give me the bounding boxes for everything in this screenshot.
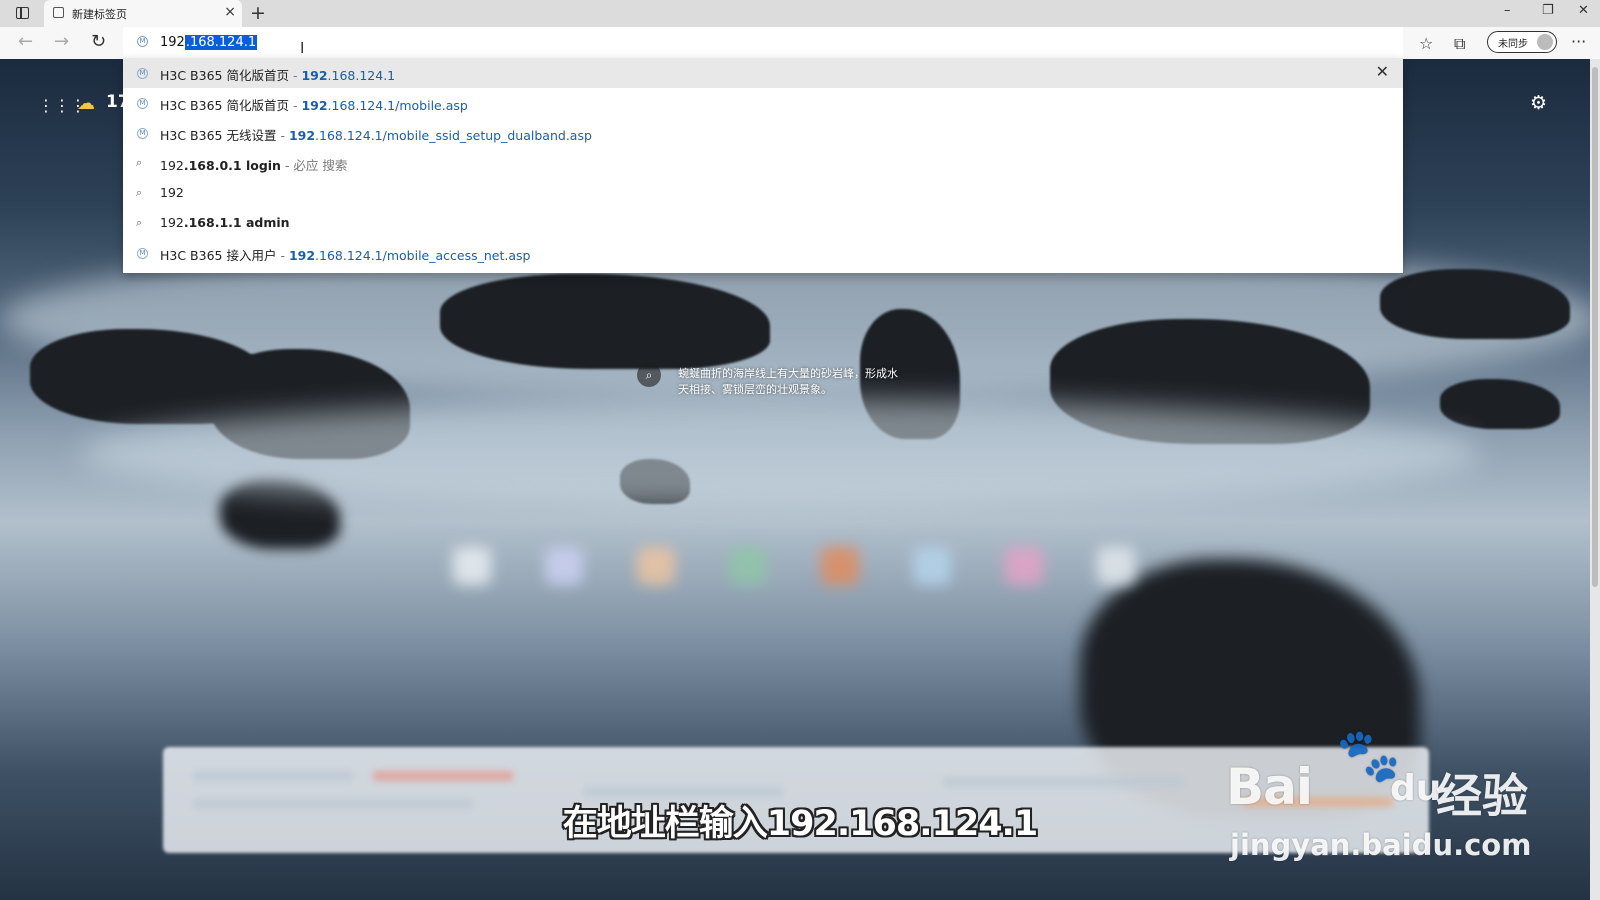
suggestion-text: 192.168.0.1 login - 必应 搜索: [160, 158, 348, 173]
new-tab-button[interactable]: +: [250, 2, 266, 24]
suggestion-row[interactable]: ⌕ 192: [123, 178, 1403, 208]
tab-new-tab[interactable]: 新建标签页 ×: [44, 0, 242, 27]
blurred-quicklink[interactable]: [545, 547, 583, 585]
magnifier-icon: ⌕: [136, 156, 143, 169]
history-m-icon: M: [137, 128, 148, 139]
magnifier-icon: ⌕: [136, 216, 143, 229]
blurred-quicklink[interactable]: [1005, 547, 1043, 585]
favorites-icon[interactable]: ☆: [1419, 34, 1433, 53]
watermark-brand-left: Bai: [1226, 758, 1313, 816]
profile-sync-button[interactable]: 未同步: [1487, 31, 1557, 53]
blurred-quicklink[interactable]: [729, 547, 767, 585]
suggestion-dropdown: M H3C B365 简化版首页 - 192.168.124.1 ✕ M H3C…: [123, 58, 1403, 273]
typed-text: 192: [160, 35, 185, 50]
browser-window: ⋮⋮⋮ ☁ 17 ⚙ ⌕ 蜿蜒曲折的海岸线上有大量的砂岩峰，形成水天相接、雾锁层…: [0, 0, 1600, 900]
autocomplete-selection: .168.124.1: [184, 35, 258, 50]
magnifier-icon: ⌕: [136, 186, 143, 199]
sync-status-label: 未同步: [1498, 39, 1528, 50]
restore-button[interactable]: ❐: [1542, 3, 1554, 18]
address-input[interactable]: 192.168.124.1: [160, 35, 258, 50]
reload-button[interactable]: ↻: [91, 31, 106, 52]
suggestion-row[interactable]: M H3C B365 接入用户 - 192.168.124.1/mobile_a…: [123, 238, 1403, 268]
history-m-icon: M: [137, 68, 148, 79]
history-m-icon: M: [137, 248, 148, 259]
back-button[interactable]: ←: [18, 31, 33, 52]
feed-block: [373, 771, 513, 781]
suggestion-row[interactable]: ⌕ 192.168.0.1 login - 必应 搜索: [123, 148, 1403, 178]
tab-title: 新建标签页: [72, 8, 127, 21]
suggestion-text: 192: [160, 185, 184, 200]
gear-icon[interactable]: ⚙: [1530, 92, 1547, 114]
image-caption[interactable]: 蜿蜒曲折的海岸线上有大量的砂岩峰，形成水天相接、雾锁层峦的壮观景象。: [678, 366, 898, 398]
suggestion-text: H3C B365 简化版首页 - 192.168.124.1: [160, 68, 396, 83]
suggestion-text: H3C B365 接入用户 - 192.168.124.1/mobile_acc…: [160, 248, 531, 263]
blurred-quicklink[interactable]: [913, 547, 951, 585]
close-window-button[interactable]: ✕: [1578, 3, 1589, 18]
title-bar: 新建标签页 × + – ❐ ✕: [0, 0, 1600, 27]
rock: [1440, 379, 1560, 429]
blurred-quicklink[interactable]: [1097, 547, 1135, 585]
scrollbar-thumb[interactable]: [1592, 67, 1598, 587]
watermark-product: 经验: [1436, 769, 1528, 823]
suggestion-text: 192.168.1.1 admin: [160, 215, 290, 230]
sidebar-icon[interactable]: [16, 7, 29, 19]
page-scrollbar[interactable]: [1590, 59, 1600, 900]
suggestion-row[interactable]: M H3C B365 无线设置 - 192.168.124.1/mobile_s…: [123, 118, 1403, 148]
collections-icon[interactable]: ⧉: [1454, 34, 1465, 54]
text-cursor: I: [300, 39, 305, 57]
suggestion-text: H3C B365 简化版首页 - 192.168.124.1/mobile.as…: [160, 98, 468, 113]
suggestion-text: H3C B365 无线设置 - 192.168.124.1/mobile_ssi…: [160, 128, 592, 143]
suggestion-row[interactable]: ⌕ 192.168.1.1 admin: [123, 208, 1403, 238]
page-icon: [53, 7, 64, 18]
close-tab-icon[interactable]: ×: [224, 4, 236, 20]
lens-icon[interactable]: ⌕: [637, 363, 661, 387]
more-menu-icon[interactable]: ···: [1571, 32, 1586, 51]
remove-suggestion-icon[interactable]: ✕: [1376, 62, 1389, 81]
avatar: [1537, 34, 1553, 50]
suggestion-row[interactable]: M H3C B365 简化版首页 - 192.168.124.1/mobile.…: [123, 88, 1403, 118]
rock: [1380, 269, 1570, 339]
history-m-icon: M: [137, 36, 148, 47]
partly-cloudy-icon[interactable]: ☁: [77, 93, 95, 114]
feed-block: [193, 771, 353, 781]
mist: [80, 399, 1480, 509]
minimize-button[interactable]: –: [1504, 3, 1511, 18]
blurred-quicklink[interactable]: [821, 547, 859, 585]
history-m-icon: M: [137, 98, 148, 109]
suggestion-row[interactable]: M H3C B365 简化版首页 - 192.168.124.1 ✕: [123, 58, 1403, 88]
blurred-quicklink[interactable]: [637, 547, 675, 585]
feed-block: [943, 777, 1183, 787]
forward-button[interactable]: →: [54, 31, 69, 52]
watermark-url: jingyan.baidu.com: [1230, 828, 1532, 862]
blurred-quicklink[interactable]: [453, 547, 491, 585]
watermark-brand-right: du: [1390, 768, 1442, 809]
address-bar[interactable]: M 192.168.124.1: [123, 27, 1403, 58]
